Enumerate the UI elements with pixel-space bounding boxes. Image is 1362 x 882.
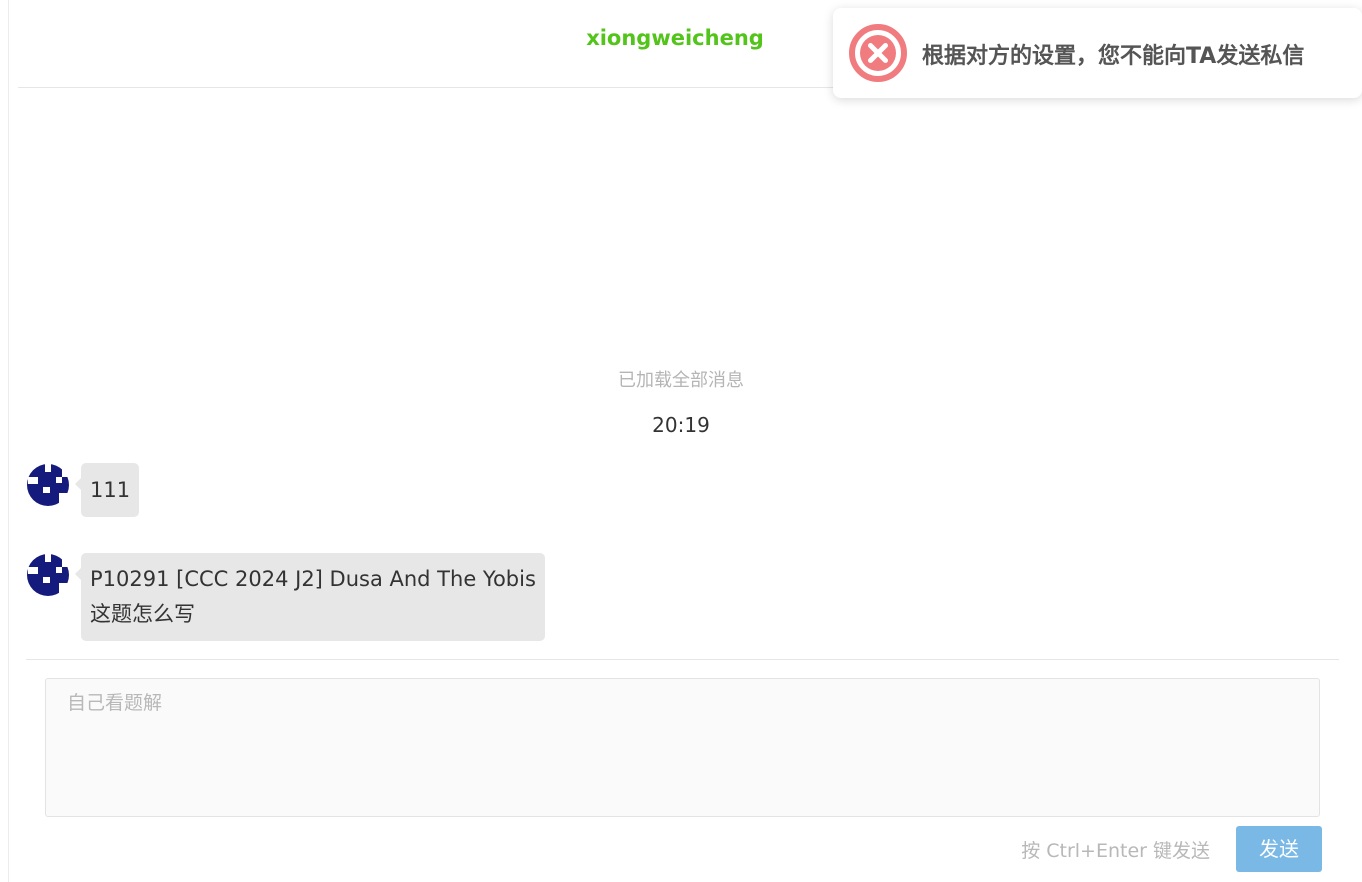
message-bubble: P10291 [CCC 2024 J2] Dusa And The Yobis … — [75, 553, 545, 641]
message-timestamp: 20:19 — [652, 413, 710, 437]
message-bubble: 111 — [74, 463, 140, 517]
error-circle-x-icon — [849, 24, 907, 82]
avatar[interactable] — [26, 553, 70, 597]
message-text: 这题怎么写 — [90, 602, 195, 626]
message-text: 111 — [90, 478, 131, 502]
loaded-all-messages-note: 已加载全部消息 — [618, 370, 744, 391]
composer-divider — [26, 659, 1339, 660]
message-input[interactable] — [45, 678, 1320, 817]
message-text[interactable]: P10291 [CCC 2024 J2] Dusa And The Yobis — [90, 562, 536, 597]
avatar[interactable] — [26, 463, 70, 507]
send-button[interactable]: 发送 — [1236, 826, 1322, 872]
error-toast: 根据对方的设置，您不能向TA发送私信 — [833, 8, 1362, 98]
toast-message: 根据对方的设置，您不能向TA发送私信 — [922, 44, 1305, 69]
send-shortcut-hint: 按 Ctrl+Enter 键发送 — [1021, 840, 1210, 862]
